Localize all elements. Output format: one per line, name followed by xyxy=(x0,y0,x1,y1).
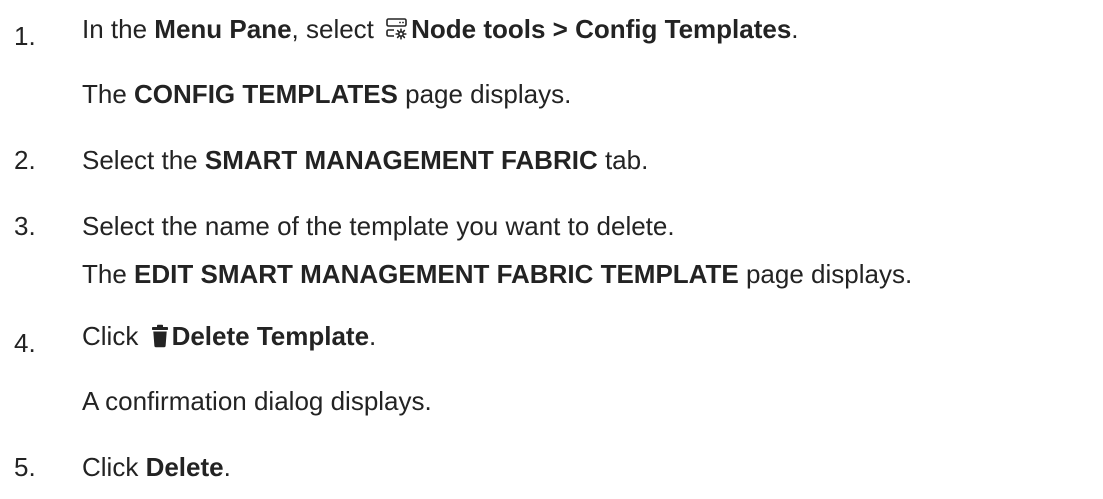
step-4-result: A confirmation dialog displays. xyxy=(82,386,432,416)
menu-pane-label: Menu Pane xyxy=(154,14,292,44)
step-number: 4. xyxy=(14,328,36,358)
step-4-text: Click Delete Template. xyxy=(82,321,377,351)
step-2-text: Select the SMART MANAGEMENT FABRIC tab. xyxy=(82,145,649,175)
step-1-text: In the Menu Pane, select Node tools > Co… xyxy=(82,14,799,44)
delete-label: Delete xyxy=(145,452,224,482)
instruction-list: 1. In the Menu Pane, select Node tools >… xyxy=(0,0,1103,499)
trash-icon xyxy=(150,324,170,348)
step-3-result: The EDIT SMART MANAGEMENT FABRIC TEMPLAT… xyxy=(82,259,913,289)
page-name: EDIT SMART MANAGEMENT FABRIC TEMPLATE xyxy=(134,259,739,289)
step-number: 1. xyxy=(14,21,36,51)
step-1-result: The CONFIG TEMPLATES page displays. xyxy=(82,79,572,109)
step-3-text: Select the name of the template you want… xyxy=(82,211,675,241)
step-5-text: Click Delete. xyxy=(82,452,231,482)
tab-name: SMART MANAGEMENT FABRIC xyxy=(204,145,598,175)
menu-path: Node tools > Config Templates xyxy=(411,14,792,44)
step-number: 5. xyxy=(14,452,36,482)
node-tools-icon xyxy=(385,17,409,41)
step-number: 2. xyxy=(14,145,36,175)
delete-template-label: Delete Template xyxy=(171,321,370,351)
page-name: CONFIG TEMPLATES xyxy=(134,79,398,109)
step-number: 3. xyxy=(14,211,36,241)
